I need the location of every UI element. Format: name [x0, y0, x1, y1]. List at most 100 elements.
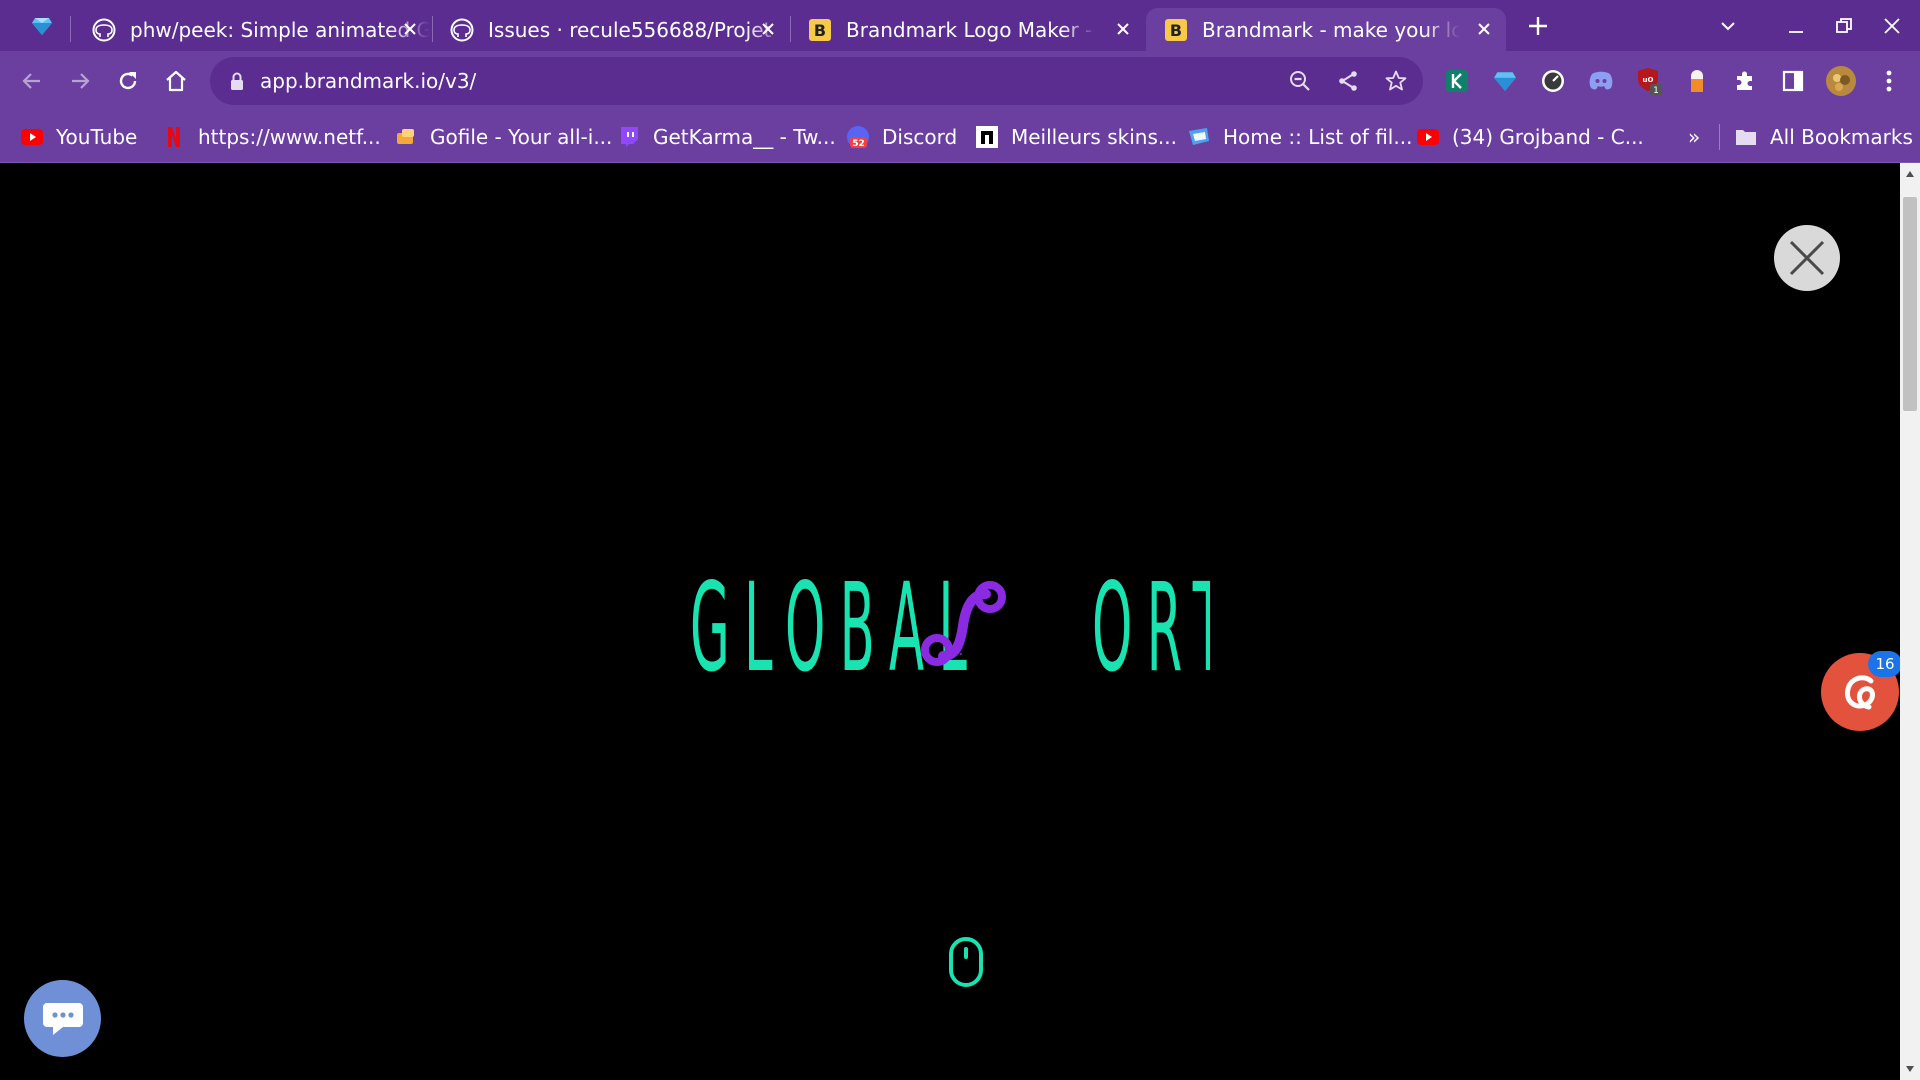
scroll-up-arrow-icon[interactable] — [1905, 169, 1915, 179]
zoom-button[interactable] — [1284, 65, 1316, 97]
share-button[interactable] — [1332, 65, 1364, 97]
tab-brandmark-logo-maker[interactable]: B Brandmark Logo Maker - the — [790, 8, 1145, 51]
brand-logo: GLOBAL ORT — [690, 570, 1210, 682]
twitch-icon — [621, 126, 638, 147]
page-scrollbar[interactable] — [1900, 163, 1920, 1080]
extension-button[interactable] — [1681, 65, 1713, 97]
home-button[interactable] — [160, 65, 192, 97]
menu-button[interactable] — [1873, 65, 1905, 97]
tab-title: phw/peek: Simple animated GIF screen rec… — [130, 17, 430, 42]
profile-button[interactable] — [1825, 65, 1857, 97]
close-window-button[interactable] — [1876, 10, 1908, 42]
bookmark-label: Meilleurs skins... — [1011, 124, 1177, 149]
reload-icon — [119, 72, 137, 90]
close-icon[interactable] — [400, 19, 420, 39]
extension-badge-count: 1 — [1653, 86, 1659, 95]
close-icon — [1884, 18, 1900, 34]
extensions-menu-button[interactable] — [1729, 65, 1761, 97]
address-bar[interactable]: app.brandmark.io/v3/ — [210, 57, 1423, 105]
bookmark-list-of-files[interactable]: Home :: List of fil... — [1187, 111, 1412, 162]
chevron-down-icon — [1721, 22, 1735, 31]
tab-title: Brandmark - make your logo — [1202, 17, 1460, 42]
close-icon — [1789, 240, 1825, 276]
tab-title: Issues · recule556688/Projet — [488, 17, 772, 42]
tab-github-peek[interactable]: phw/peek: Simple animated GIF screen rec… — [74, 8, 432, 51]
all-bookmarks-label: All Bookmarks — [1770, 124, 1913, 149]
discord-icon — [1589, 71, 1613, 90]
github-icon — [450, 18, 474, 41]
plus-icon — [1529, 17, 1547, 35]
bookmarks-bar: YouTube https://www.netf... Gofile - You… — [0, 111, 1920, 163]
all-bookmarks-button[interactable]: All Bookmarks — [1734, 111, 1913, 162]
brandmark-icon: B — [809, 18, 831, 41]
close-preview-button[interactable] — [1774, 225, 1840, 291]
scroll-down-arrow-icon[interactable] — [1905, 1064, 1915, 1074]
notification-count-badge: 16 — [1868, 651, 1902, 677]
extension-button[interactable] — [1537, 65, 1569, 97]
bookmark-label: (34) Grojband - C... — [1452, 124, 1644, 149]
lock-icon[interactable] — [228, 71, 246, 91]
avatar — [1826, 66, 1856, 96]
extension-button[interactable] — [1489, 65, 1521, 97]
netflix-icon — [168, 126, 180, 147]
bookmark-gofile[interactable]: Gofile - Your all-i... — [394, 111, 612, 162]
bookmark-label: Discord — [882, 124, 958, 149]
logo-svg: GLOBAL ORT — [690, 570, 1210, 682]
extension-button[interactable] — [1441, 65, 1473, 97]
folder-icon — [1736, 129, 1756, 145]
side-panel-button[interactable] — [1777, 65, 1809, 97]
toolbar: app.brandmark.io/v3/ uO 1 — [0, 51, 1920, 111]
new-tab-button[interactable] — [1522, 10, 1554, 42]
bookmark-discord[interactable]: 52 Discord — [846, 111, 957, 162]
scroll-down-hint[interactable] — [948, 936, 984, 988]
reload-button[interactable] — [112, 65, 144, 97]
logo-text-right: ORT — [1092, 570, 1210, 682]
pill-icon — [1691, 70, 1703, 92]
bookmark-netflix[interactable]: https://www.netf... — [162, 111, 381, 162]
scrollbar-thumb[interactable] — [1903, 197, 1917, 411]
bookmark-star-button[interactable] — [1380, 65, 1412, 97]
bookmark-label: GetKarma__ - Tw... — [653, 124, 836, 149]
ublock-shield-icon: uO 1 — [1638, 68, 1662, 95]
share-icon — [1339, 71, 1357, 91]
bookmark-grojband[interactable]: (34) Grojband - C... — [1416, 111, 1644, 162]
url-text[interactable]: app.brandmark.io/v3/ — [260, 57, 476, 105]
chat-widget-button[interactable] — [24, 980, 101, 1057]
bookmarks-overflow-button[interactable]: » — [1688, 111, 1700, 162]
gem-icon — [32, 17, 52, 35]
ublock-extension-button[interactable]: uO 1 — [1633, 65, 1665, 97]
bookmark-skins[interactable]: Meilleurs skins... — [975, 111, 1177, 162]
youtube-icon — [21, 128, 43, 145]
back-button[interactable] — [16, 65, 48, 97]
close-icon[interactable] — [758, 19, 778, 39]
pinned-tab[interactable] — [22, 9, 62, 42]
close-icon[interactable] — [1113, 19, 1133, 39]
bookmark-label: Gofile - Your all-i... — [430, 124, 613, 149]
tab-title: Brandmark Logo Maker - the — [846, 17, 1096, 42]
bookmark-label: https://www.netf... — [198, 124, 381, 149]
tab-brandmark-active[interactable]: B Brandmark - make your logo — [1146, 8, 1506, 51]
extension-button[interactable] — [1585, 65, 1617, 97]
tab-github-issues[interactable]: Issues · recule556688/Projet — [432, 8, 790, 51]
svg-text:uO: uO — [1643, 76, 1654, 84]
restore-button[interactable] — [1828, 10, 1860, 42]
mouse-icon — [949, 937, 983, 987]
arrow-right-icon — [72, 73, 90, 89]
restore-icon — [1836, 18, 1852, 33]
gem-icon — [1494, 72, 1516, 91]
bookmark-label: Home :: List of fil... — [1223, 124, 1413, 149]
youtube-icon — [1417, 128, 1439, 145]
minimize-button[interactable] — [1780, 10, 1812, 42]
github-icon — [92, 18, 116, 41]
chevron-double-right-icon: » — [1688, 124, 1701, 149]
chat-bubble-icon — [42, 1002, 83, 1035]
tab-search-button[interactable] — [1712, 10, 1744, 42]
svg-text:B: B — [814, 21, 826, 40]
bookmark-twitch[interactable]: GetKarma__ - Tw... — [617, 111, 836, 162]
tab-strip: phw/peek: Simple animated GIF screen rec… — [0, 0, 1920, 51]
close-icon[interactable] — [1474, 19, 1494, 39]
gofile-icon — [397, 128, 414, 144]
puzzle-icon — [1737, 71, 1752, 90]
bookmark-youtube[interactable]: YouTube — [20, 111, 137, 162]
forward-button[interactable] — [64, 65, 96, 97]
